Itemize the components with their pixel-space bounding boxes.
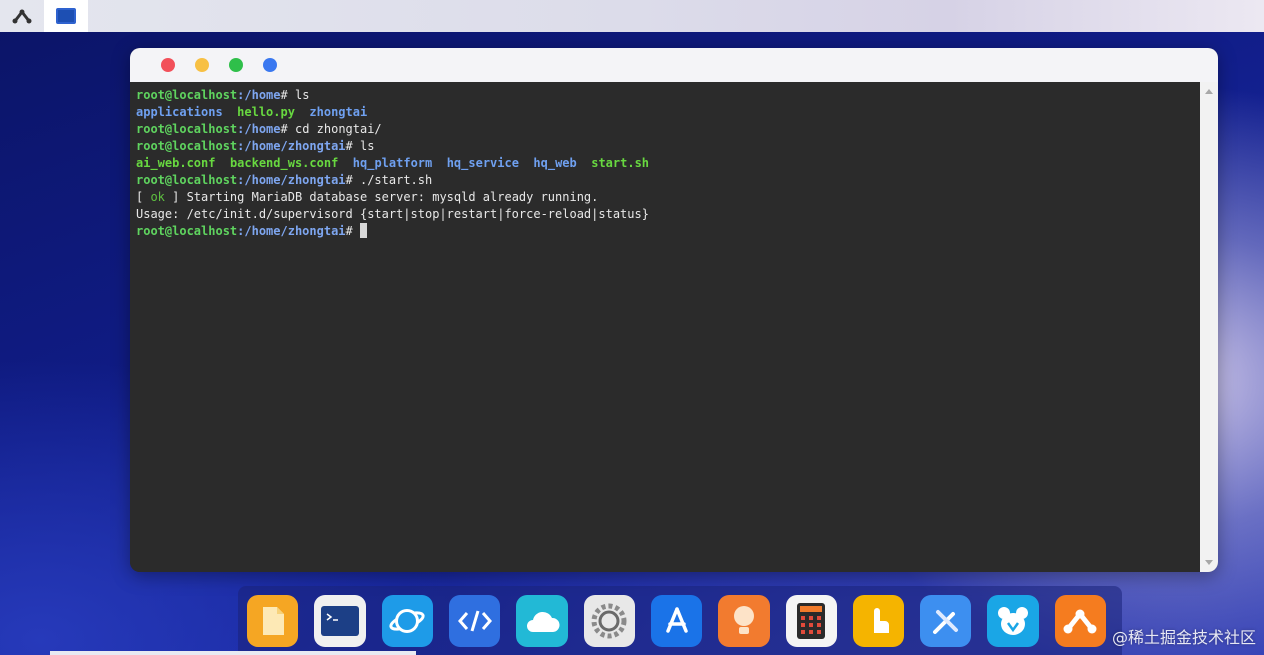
close-button[interactable]: [161, 58, 175, 72]
scroll-up-arrow-icon[interactable]: [1205, 89, 1213, 94]
dock-app-tools[interactable]: [920, 594, 972, 647]
terminal-line: root@localhost:/home/zhongtai# ./start.s…: [136, 172, 1194, 189]
tips-icon: [733, 605, 754, 634]
terminal-window-icon: [56, 8, 76, 24]
terminal-icon: [320, 605, 359, 636]
minimize-button[interactable]: [195, 58, 209, 72]
dock-app-calculator[interactable]: [785, 594, 837, 647]
usage-text: Usage: /etc/init.d/supervisord {start|st…: [136, 207, 649, 221]
dir-entry: applications: [136, 105, 223, 119]
dock-app-tips[interactable]: [718, 594, 770, 647]
bear-icon: [998, 606, 1029, 635]
dir-entry: hq_web: [533, 156, 577, 170]
terminal-window: root@localhost:/home# ls applications hel…: [130, 48, 1218, 572]
terminal-line: applications hello.py zhongtai: [136, 104, 1194, 121]
terminal-line: root@localhost:/home/zhongtai# ls: [136, 138, 1194, 155]
window-extra-button[interactable]: [263, 58, 277, 72]
terminal-line: root@localhost:/home# cd zhongtai/: [136, 121, 1194, 138]
app-launcher-icon: [1063, 609, 1097, 633]
dock-app-bear[interactable]: [987, 594, 1039, 647]
terminal-line: Usage: /etc/init.d/supervisord {start|st…: [136, 206, 1194, 223]
app-launcher-button[interactable]: [0, 0, 44, 32]
command-text: # ls: [345, 139, 375, 153]
dock-app-settings[interactable]: [583, 594, 635, 647]
prompt-path: :/home: [237, 122, 281, 136]
browser-icon: [389, 608, 425, 633]
terminal-line: ai_web.conf backend_ws.conf hq_platform …: [136, 155, 1194, 172]
code-editor-icon: [457, 610, 492, 631]
prompt-user: root@localhost: [136, 88, 238, 102]
dir-entry: hq_service: [446, 156, 519, 170]
dock-app-launcher[interactable]: [1054, 594, 1107, 647]
command-text: # ls: [280, 88, 310, 102]
prompt-path: :/home/zhongtai: [237, 139, 346, 153]
prompt-path: :/home/zhongtai: [237, 224, 346, 238]
app-launcher-icon: [12, 9, 32, 24]
status-bracket: [: [136, 190, 151, 204]
files-icon: [262, 606, 284, 635]
terminal-output[interactable]: root@localhost:/home# ls applications hel…: [130, 82, 1200, 572]
window-titlebar[interactable]: [130, 48, 1218, 82]
file-entry: ai_web.conf: [136, 156, 216, 170]
dock-app-browser[interactable]: [381, 594, 433, 647]
prompt-user: root@localhost: [136, 224, 238, 238]
dock-app-store[interactable]: [650, 594, 703, 647]
terminal-line: root@localhost:/home/zhongtai#: [136, 223, 1194, 240]
bottom-strip: [50, 651, 416, 655]
scroll-down-arrow-icon[interactable]: [1205, 560, 1213, 565]
cloud-icon: [526, 611, 560, 632]
command-text: # ./start.sh: [345, 173, 433, 187]
prompt-user: root@localhost: [136, 173, 238, 187]
dock-app-cloud[interactable]: [516, 594, 568, 647]
prompt-user: root@localhost: [136, 139, 238, 153]
taskbar-terminal-button[interactable]: [44, 0, 88, 32]
prompt-user: root@localhost: [136, 122, 238, 136]
touch-icon: [874, 607, 890, 633]
file-entry: start.sh: [591, 156, 650, 170]
status-text: ] Starting MariaDB database server: mysq…: [164, 190, 599, 204]
maximize-button[interactable]: [229, 58, 243, 72]
status-ok: ok: [150, 190, 165, 204]
dock-app-touch[interactable]: [852, 594, 905, 647]
dock-app-code-editor[interactable]: [448, 594, 501, 647]
settings-icon: [591, 603, 627, 638]
prompt-path: :/home/zhongtai: [237, 173, 346, 187]
text-cursor: [359, 223, 367, 238]
calculator-icon: [797, 602, 826, 639]
terminal-line: root@localhost:/home# ls: [136, 87, 1194, 104]
prompt-path: :/home: [237, 88, 281, 102]
watermark-text: @稀土掘金技术社区: [1111, 628, 1256, 647]
app-store-icon: [665, 606, 688, 633]
terminal-line: [ ok ] Starting MariaDB database server:…: [136, 189, 1194, 206]
command-text: #: [345, 224, 360, 238]
file-entry: hello.py: [237, 105, 295, 119]
command-text: # cd zhongtai/: [280, 122, 382, 136]
tools-icon: [932, 609, 958, 634]
dock-app-terminal[interactable]: [314, 594, 366, 647]
dock-app-files[interactable]: [247, 594, 299, 647]
dir-entry: zhongtai: [309, 105, 368, 119]
top-taskbar: [0, 0, 1264, 32]
file-entry: backend_ws.conf: [229, 156, 339, 170]
vertical-scrollbar[interactable]: [1200, 82, 1218, 572]
dir-entry: hq_platform: [352, 156, 433, 170]
app-dock: [238, 586, 1122, 655]
